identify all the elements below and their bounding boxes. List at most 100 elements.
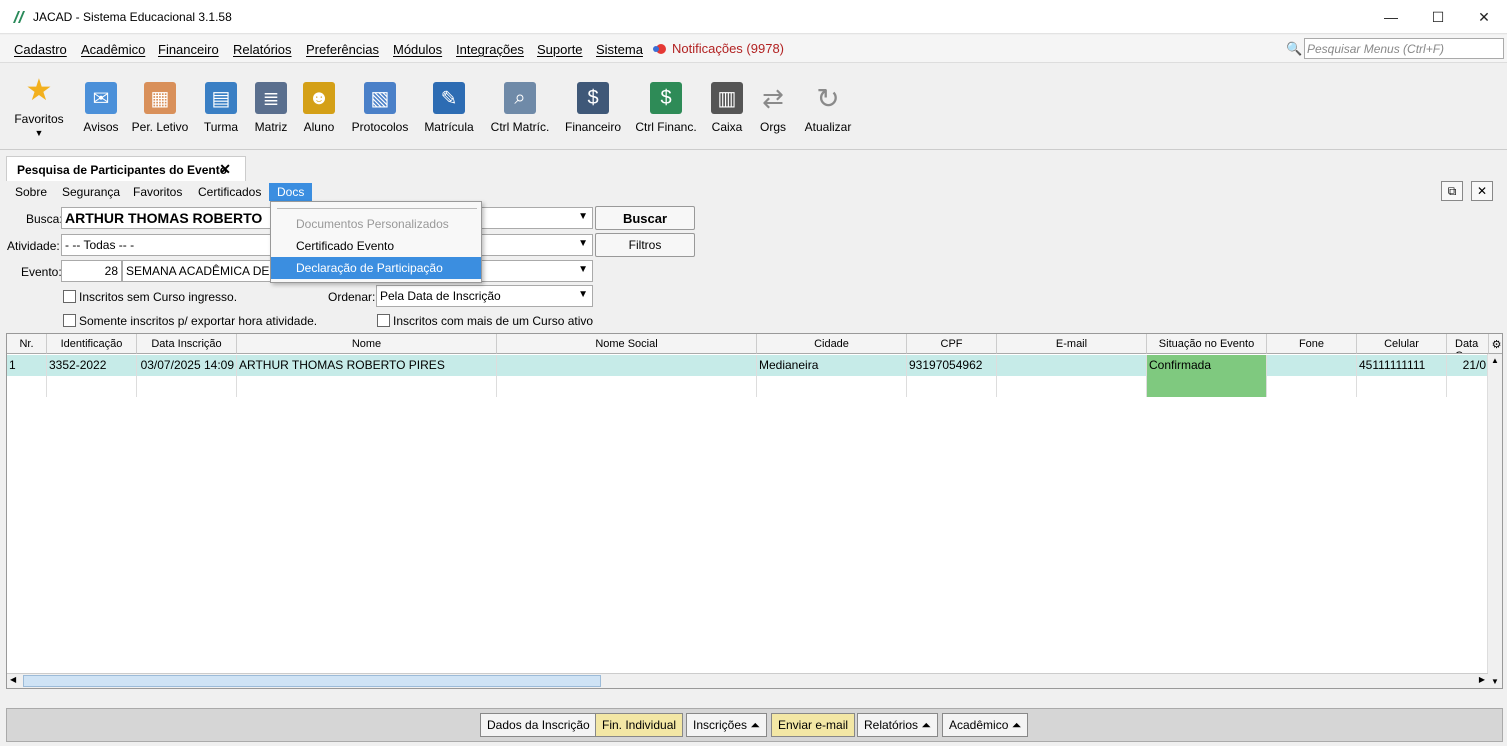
gear-icon[interactable]: ⚙ — [1489, 334, 1502, 354]
close-button[interactable]: ✕ — [1461, 0, 1507, 34]
toolbar-per-letivo[interactable]: ▦ Per. Letivo — [130, 82, 190, 134]
relatorios-button[interactable]: Relatórios ⏶ — [857, 713, 938, 737]
cell-empty — [137, 376, 237, 397]
document-tab-strip: Pesquisa de Participantes do Evento ✕ — [0, 151, 1507, 182]
toolbar-atualizar[interactable]: ↻ Atualizar — [800, 82, 856, 135]
column-header[interactable]: CPF — [907, 334, 997, 354]
scroll-right-icon[interactable]: ▶ — [1479, 675, 1485, 684]
tab-pesquisa-participantes[interactable]: Pesquisa de Participantes do Evento ✕ — [6, 156, 246, 182]
ordenar-select[interactable]: Pela Data de Inscrição ▼ — [376, 285, 593, 307]
ordenar-label: Ordenar: — [328, 290, 376, 304]
menu-suporte[interactable]: Suporte — [537, 42, 583, 57]
cell-nome-social — [497, 355, 757, 376]
enviar-email-button[interactable]: Enviar e-mail — [771, 713, 856, 737]
horizontal-scrollbar[interactable]: ◀ ▶ — [7, 673, 1488, 688]
chevron-down-icon[interactable]: ▼ — [578, 289, 588, 300]
submenu-seguranca[interactable]: Segurança — [62, 185, 120, 199]
minimize-button[interactable]: — — [1368, 0, 1414, 34]
submenu-certificados[interactable]: Certificados — [198, 185, 261, 199]
inscritos-sem-curso-checkbox[interactable] — [63, 290, 76, 303]
column-header[interactable]: Fone — [1267, 334, 1357, 354]
academico-button[interactable]: Acadêmico ⏶ — [942, 713, 1029, 737]
column-header[interactable]: Situação no Evento — [1147, 334, 1267, 354]
menu-financeiro[interactable]: Financeiro — [158, 42, 219, 57]
cell-nr: 1 — [7, 355, 47, 376]
toolbar-aluno[interactable]: ☻ Aluno — [298, 82, 340, 134]
atividade-value: - -- Todas -- - — [65, 238, 135, 252]
cell-empty — [757, 376, 907, 397]
menu-integracoes[interactable]: Integrações — [456, 42, 524, 57]
toolbar-caixa[interactable]: ▥ Caixa — [706, 82, 748, 134]
panel-submenu: Sobre Segurança Favoritos Certificados D… — [0, 181, 1507, 203]
column-header[interactable]: Data C — [1447, 334, 1489, 354]
close-panel-icon[interactable]: ✕ — [1471, 181, 1493, 201]
submenu-sobre[interactable]: Sobre — [15, 185, 47, 199]
menu-sistema[interactable]: Sistema — [596, 42, 643, 57]
mais-curso-checkbox[interactable] — [377, 314, 390, 327]
menu-academico[interactable]: Acadêmico — [81, 42, 145, 57]
menu-item-certificado-evento[interactable]: Certificado Evento — [271, 235, 481, 257]
menu-cadastro[interactable]: Cadastro — [14, 42, 67, 57]
scroll-down-icon[interactable]: ▼ — [1488, 677, 1502, 686]
toolbar-label: Turma — [203, 120, 239, 134]
cell-nome: ARTHUR THOMAS ROBERTO PIRES — [237, 355, 497, 376]
column-header[interactable]: Nome Social — [497, 334, 757, 354]
maximize-button[interactable]: ☐ — [1415, 0, 1461, 34]
filtros-button[interactable]: Filtros — [595, 233, 695, 257]
toolbar-financeiro[interactable]: $ Financeiro — [560, 82, 626, 134]
star-icon: ★ — [25, 73, 53, 107]
vertical-scrollbar[interactable]: ▲ ▼ — [1487, 354, 1502, 688]
toolbar-label: Avisos — [83, 120, 119, 134]
menu-preferencias[interactable]: Preferências — [306, 42, 379, 57]
toolbar-turma[interactable]: ▤ Turma — [200, 82, 242, 134]
menu-search-input[interactable]: Pesquisar Menus (Ctrl+F) — [1304, 38, 1504, 59]
evento-id-input[interactable]: 28 — [61, 260, 122, 282]
toolbar-avisos[interactable]: ✉ Avisos — [78, 82, 124, 134]
student-icon: ☻ — [303, 82, 335, 114]
detach-icon[interactable]: ⧉ — [1441, 181, 1463, 201]
scroll-up-icon[interactable]: ▲ — [1488, 356, 1502, 365]
column-header[interactable]: Nr. — [7, 334, 47, 354]
buscar-button[interactable]: Buscar — [595, 206, 695, 230]
exportar-hora-checkbox[interactable] — [63, 314, 76, 327]
column-header[interactable]: Data Inscrição — [137, 334, 237, 354]
scroll-left-icon[interactable]: ◀ — [10, 675, 16, 684]
inscricoes-button[interactable]: Inscrições ⏶ — [686, 713, 767, 737]
chevron-down-icon[interactable]: ▼ — [578, 264, 588, 275]
scroll-thumb[interactable] — [23, 675, 601, 687]
menu-separator — [277, 208, 477, 209]
column-header[interactable]: Cidade — [757, 334, 907, 354]
column-header[interactable]: Celular — [1357, 334, 1447, 354]
submenu-favoritos[interactable]: Favoritos — [133, 185, 182, 199]
toolbar-label: Per. Letivo — [131, 120, 189, 134]
calendar-icon: ▦ — [144, 82, 176, 114]
menu-item-declaracao-participacao[interactable]: Declaração de Participação — [271, 257, 481, 279]
column-header[interactable]: Identificação — [47, 334, 137, 354]
cell-empty — [1267, 376, 1357, 397]
toolbar-ctrl-financ[interactable]: $ Ctrl Financ. — [632, 82, 700, 134]
fin-individual-button[interactable]: Fin. Individual — [595, 713, 684, 737]
column-header[interactable]: E-mail — [997, 334, 1147, 354]
cell-empty — [997, 376, 1147, 397]
toolbar-orgs[interactable]: ⇄ Orgs — [752, 82, 794, 135]
cell-empty — [907, 376, 997, 397]
participants-table: Nr. Identificação Data Inscrição Nome No… — [6, 333, 1503, 689]
dados-inscricao-button[interactable]: Dados da Inscrição — [480, 713, 597, 737]
menu-modulos[interactable]: Módulos — [393, 42, 442, 57]
column-header[interactable]: Nome — [237, 334, 497, 354]
evento-label: Evento: — [21, 265, 62, 279]
close-tab-icon[interactable]: ✕ — [219, 161, 231, 178]
toolbar-matricula[interactable]: ✎ Matrícula — [420, 82, 478, 134]
toolbar-protocolos[interactable]: ▧ Protocolos — [348, 82, 412, 134]
menu-relatorios[interactable]: Relatórios — [233, 42, 292, 57]
submenu-docs[interactable]: Docs — [269, 183, 313, 201]
toolbar-favoritos[interactable]: ★ Favoritos ▼ — [12, 73, 66, 139]
toolbar-label: Ctrl Financ. — [635, 120, 697, 134]
chevron-down-icon[interactable]: ▼ — [578, 238, 588, 249]
cash-register-icon: ▥ — [711, 82, 743, 114]
notifications-link[interactable]: Notificações (9978) — [653, 41, 784, 56]
chevron-down-icon[interactable]: ▼ — [578, 211, 588, 222]
toolbar-ctrl-matric[interactable]: ⌕ Ctrl Matríc. — [486, 82, 554, 134]
toolbar-matriz[interactable]: ≣ Matriz — [250, 82, 292, 134]
toolbar-label: Ctrl Matríc. — [490, 120, 550, 134]
